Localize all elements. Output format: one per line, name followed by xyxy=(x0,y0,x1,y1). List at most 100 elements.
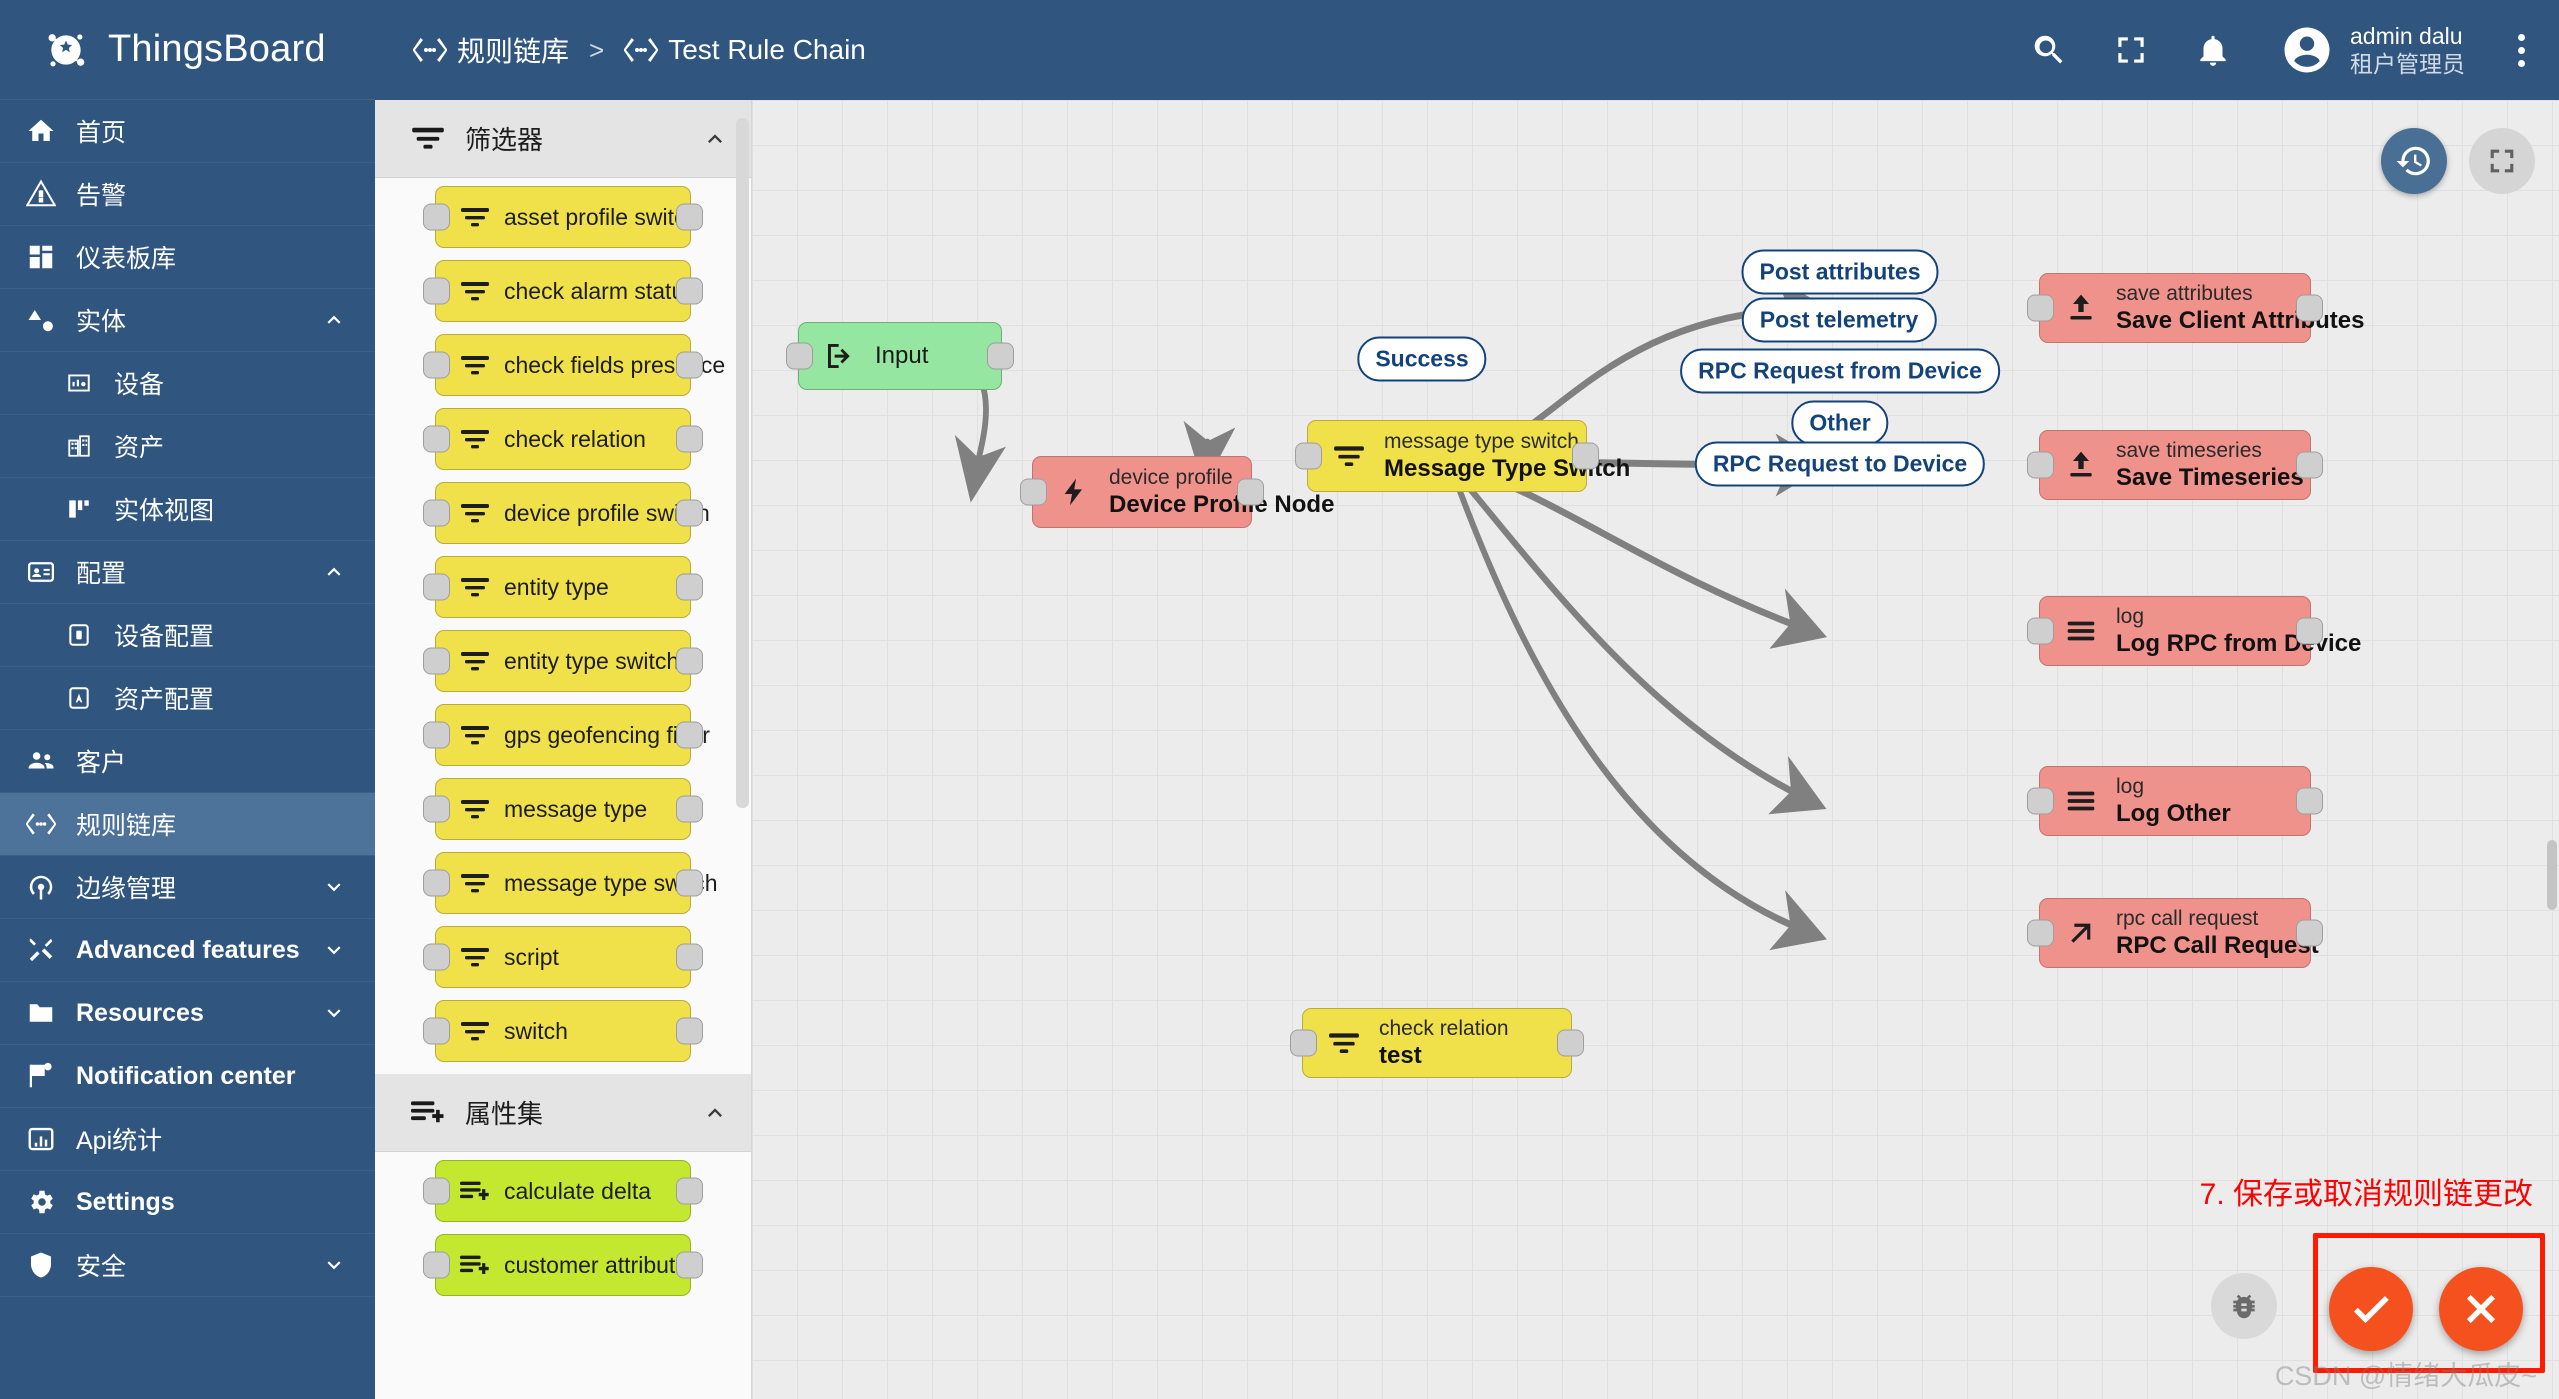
sidebar-item-设备配置[interactable]: 设备配置 xyxy=(0,604,375,667)
palette-scrollbar[interactable] xyxy=(736,118,749,808)
palette-node[interactable]: script xyxy=(423,926,703,988)
node-input-port[interactable] xyxy=(2027,617,2054,645)
node-output-port[interactable] xyxy=(676,1177,703,1205)
user-menu[interactable]: admin dalu 租户管理员 xyxy=(2280,22,2465,78)
chevron-down-icon[interactable] xyxy=(321,1000,347,1026)
edge-label[interactable]: Success xyxy=(1357,336,1487,382)
node-output-port[interactable] xyxy=(2296,919,2323,947)
node-output-port[interactable] xyxy=(676,943,703,971)
node-output-port[interactable] xyxy=(1557,1029,1584,1057)
sidebar-item-边缘管理[interactable]: 边缘管理 xyxy=(0,856,375,919)
node-output-port[interactable] xyxy=(2296,617,2323,645)
canvas-node-rpccall[interactable]: rpc call request RPC Call Request xyxy=(2027,898,2323,968)
chevron-down-icon[interactable] xyxy=(321,937,347,963)
node-input-port[interactable] xyxy=(1295,442,1322,470)
node-input-port[interactable] xyxy=(423,499,450,527)
node-output-port[interactable] xyxy=(676,277,703,305)
sidebar-item-settings[interactable]: Settings xyxy=(0,1171,375,1234)
sidebar-item-实体[interactable]: 实体 xyxy=(0,289,375,352)
node-output-port[interactable] xyxy=(2296,787,2323,815)
sidebar-item-资产配置[interactable]: 资产配置 xyxy=(0,667,375,730)
sidebar-item-实体视图[interactable]: 实体视图 xyxy=(0,478,375,541)
chevron-up-icon[interactable] xyxy=(701,125,729,153)
sidebar-item-客户[interactable]: 客户 xyxy=(0,730,375,793)
search-icon[interactable] xyxy=(2028,29,2070,71)
node-input-port[interactable] xyxy=(423,277,450,305)
node-input-port[interactable] xyxy=(423,203,450,231)
node-input-port[interactable] xyxy=(1290,1029,1317,1057)
palette-node[interactable]: calculate delta xyxy=(423,1160,703,1222)
node-output-port[interactable] xyxy=(2296,294,2323,322)
node-input-port[interactable] xyxy=(423,721,450,749)
sidebar-item-配置[interactable]: 配置 xyxy=(0,541,375,604)
sidebar-item-资产[interactable]: 资产 xyxy=(0,415,375,478)
breadcrumb-item-current-chain[interactable]: Test Rule Chain xyxy=(623,34,866,66)
palette-node[interactable]: message type switch xyxy=(423,852,717,914)
node-input-port[interactable] xyxy=(423,425,450,453)
sidebar-item-安全[interactable]: 安全 xyxy=(0,1234,375,1297)
palette-node[interactable]: customer attributes xyxy=(423,1234,703,1296)
fullscreen-icon[interactable] xyxy=(2110,29,2152,71)
node-input-port[interactable] xyxy=(423,1017,450,1045)
edge-label[interactable]: RPC Request from Device xyxy=(1680,348,2000,394)
node-output-port[interactable] xyxy=(2296,451,2323,479)
node-output-port[interactable] xyxy=(676,1251,703,1279)
node-output-port[interactable] xyxy=(676,573,703,601)
debug-button[interactable] xyxy=(2211,1273,2277,1339)
palette-node[interactable]: entity type switch xyxy=(423,630,703,692)
edge-label[interactable]: Post attributes xyxy=(1741,249,1939,295)
palette-node[interactable]: entity type xyxy=(423,556,703,618)
sidebar-item-resources[interactable]: Resources xyxy=(0,982,375,1045)
node-input-port[interactable] xyxy=(786,342,813,370)
node-output-port[interactable] xyxy=(676,795,703,823)
node-input-port[interactable] xyxy=(423,1177,450,1205)
node-output-port[interactable] xyxy=(676,351,703,379)
more-vertical-icon[interactable] xyxy=(2511,28,2531,72)
sidebar-item-仪表板库[interactable]: 仪表板库 xyxy=(0,226,375,289)
node-output-port[interactable] xyxy=(676,869,703,897)
chevron-up-icon[interactable] xyxy=(321,307,347,333)
palette-group-header[interactable]: 筛选器 xyxy=(375,100,751,178)
sidebar-item-告警[interactable]: 告警 xyxy=(0,163,375,226)
node-output-port[interactable] xyxy=(676,425,703,453)
node-input-port[interactable] xyxy=(423,351,450,379)
node-output-port[interactable] xyxy=(1572,442,1599,470)
canvas-node-devprof[interactable]: device profile Device Profile Node xyxy=(1020,456,1334,528)
edge-label[interactable]: Other xyxy=(1791,400,1889,446)
palette-node[interactable]: device profile switch xyxy=(423,482,710,544)
canvas-node-logother[interactable]: log Log Other xyxy=(2027,766,2323,836)
node-output-port[interactable] xyxy=(676,1017,703,1045)
chevron-down-icon[interactable] xyxy=(321,874,347,900)
node-input-port[interactable] xyxy=(2027,451,2054,479)
node-output-port[interactable] xyxy=(676,499,703,527)
palette-node[interactable]: check fields presence xyxy=(423,334,725,396)
node-output-port[interactable] xyxy=(676,721,703,749)
sidebar-item-advanced-features[interactable]: Advanced features xyxy=(0,919,375,982)
version-history-button[interactable] xyxy=(2381,128,2447,194)
chevron-up-icon[interactable] xyxy=(701,1099,729,1127)
node-input-port[interactable] xyxy=(2027,919,2054,947)
node-input-port[interactable] xyxy=(423,647,450,675)
node-input-port[interactable] xyxy=(423,573,450,601)
node-output-port[interactable] xyxy=(987,342,1014,370)
node-input-port[interactable] xyxy=(423,1251,450,1279)
sidebar-item-规则链库[interactable]: 规则链库 xyxy=(0,793,375,856)
brand-header[interactable]: ThingsBoard xyxy=(0,0,375,100)
palette-node[interactable]: message type xyxy=(423,778,703,840)
rule-chain-canvas[interactable]: Input device profile Device Profile Node me… xyxy=(752,100,2559,1399)
canvas-node-savets[interactable]: save timeseries Save Timeseries xyxy=(2027,430,2323,500)
canvas-fullscreen-button[interactable] xyxy=(2469,128,2535,194)
sidebar-item-notification-center[interactable]: Notification center xyxy=(0,1045,375,1108)
canvas-node-input[interactable]: Input xyxy=(786,322,1014,390)
notifications-bell-icon[interactable] xyxy=(2192,29,2234,71)
breadcrumb-item-rule-chains[interactable]: 规则链库 xyxy=(412,30,569,70)
chevron-up-icon[interactable] xyxy=(321,559,347,585)
node-input-port[interactable] xyxy=(423,795,450,823)
palette-node[interactable]: gps geofencing filter xyxy=(423,704,710,766)
canvas-vertical-scrollbar[interactable] xyxy=(2547,840,2557,910)
palette-node[interactable]: switch xyxy=(423,1000,703,1062)
edge-label[interactable]: RPC Request to Device xyxy=(1694,441,1986,487)
node-input-port[interactable] xyxy=(2027,787,2054,815)
node-input-port[interactable] xyxy=(423,943,450,971)
sidebar-item-首页[interactable]: 首页 xyxy=(0,100,375,163)
